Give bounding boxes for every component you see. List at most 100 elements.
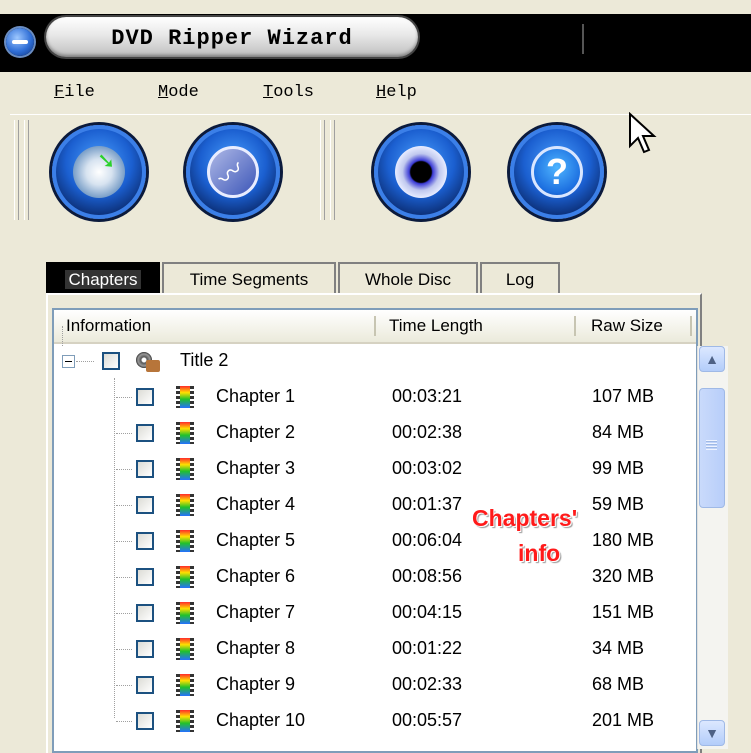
settings-button[interactable]: [374, 125, 468, 219]
chapter-row[interactable]: Chapter 1 00:03:21 107 MB: [54, 380, 696, 416]
chapter-time: 00:02:33: [392, 674, 463, 694]
chapter-time: 00:06:04: [392, 530, 463, 550]
chapter-row[interactable]: Chapter 5 00:06:04 180 MB: [54, 524, 696, 560]
help-question-icon: [531, 146, 583, 198]
annotation-chapters: Chapters': [472, 505, 578, 531]
chapter-row[interactable]: Chapter 9 00:02:33 68 MB: [54, 668, 696, 704]
chapter-name: Chapter 4: [216, 494, 296, 514]
chapter-time: 00:02:38: [392, 422, 463, 442]
film-strip-icon: [176, 710, 194, 732]
chapter-size: 84 MB: [592, 422, 645, 442]
film-strip-icon: [176, 530, 194, 552]
chapter-row[interactable]: Chapter 6 00:08:56 320 MB: [54, 560, 696, 596]
tab-chapters[interactable]: Chapters: [46, 262, 160, 294]
scrollbar-grip-icon: [706, 440, 717, 450]
window-title: DVD Ripper Wizard: [111, 26, 353, 51]
toolbar-separator: [330, 120, 335, 220]
chapter-checkbox[interactable]: [136, 388, 154, 406]
tree-connector: [76, 361, 94, 362]
chapter-size: 180 MB: [592, 530, 655, 550]
chapter-size: 320 MB: [592, 566, 655, 586]
disc-rip-icon: [73, 146, 125, 198]
chapter-checkbox[interactable]: [136, 568, 154, 586]
tree-connector: [116, 685, 132, 686]
tree-connector: [116, 721, 132, 722]
chapter-size: 99 MB: [592, 458, 645, 478]
scroll-up-button[interactable]: ▲: [699, 346, 725, 372]
film-strip-icon: [176, 638, 194, 660]
chapter-name: Chapter 10: [216, 710, 306, 730]
chapter-time: 00:08:56: [392, 566, 463, 586]
menu-help[interactable]: Help: [376, 83, 417, 102]
tree-connector: [116, 577, 132, 578]
tab-log[interactable]: Log: [480, 262, 560, 294]
chapter-checkbox[interactable]: [136, 640, 154, 658]
chapter-checkbox[interactable]: [136, 604, 154, 622]
title-divider: [582, 24, 584, 54]
title-checkbox[interactable]: [102, 352, 120, 370]
column-raw-size[interactable]: Raw Size: [591, 316, 663, 336]
column-information[interactable]: Information: [66, 316, 151, 336]
menu-mode[interactable]: Mode: [158, 83, 199, 102]
chapter-time: 00:03:21: [392, 386, 463, 406]
menu-tools[interactable]: Tools: [263, 83, 314, 102]
chapter-row[interactable]: Chapter 10 00:05:57 201 MB: [54, 704, 696, 740]
toolbar-grip[interactable]: [24, 120, 29, 220]
chapter-checkbox[interactable]: [136, 676, 154, 694]
chapter-size: 107 MB: [592, 386, 655, 406]
chapter-checkbox[interactable]: [136, 496, 154, 514]
chapter-row[interactable]: Chapter 2 00:02:38 84 MB: [54, 416, 696, 452]
chapter-name: Chapter 2: [216, 422, 296, 442]
tree-connector: [62, 326, 63, 346]
chapter-checkbox[interactable]: [136, 712, 154, 730]
tree-connector: [116, 505, 132, 506]
mode-button[interactable]: [186, 125, 280, 219]
chapter-name: Chapter 6: [216, 566, 296, 586]
mode-wave-icon: [207, 146, 259, 198]
film-strip-icon: [176, 386, 194, 408]
chapter-row[interactable]: Chapter 7 00:04:15 151 MB: [54, 596, 696, 632]
collapse-toggle-icon[interactable]: [62, 355, 75, 368]
chapter-name: Chapter 5: [216, 530, 296, 550]
scroll-down-button[interactable]: ▼: [699, 720, 725, 746]
tree-connector: [116, 469, 132, 470]
tab-whole-disc[interactable]: Whole Disc: [338, 262, 478, 294]
film-strip-icon: [176, 566, 194, 588]
tab-time-segments[interactable]: Time Segments: [162, 262, 336, 294]
column-divider[interactable]: [374, 316, 376, 336]
film-reel-icon: [136, 350, 160, 372]
title-row[interactable]: Title 2: [54, 344, 696, 380]
column-divider: [690, 316, 692, 336]
chapter-checkbox[interactable]: [136, 532, 154, 550]
column-divider[interactable]: [574, 316, 576, 336]
tree-connector: [116, 613, 132, 614]
toolbar-separator: [320, 120, 325, 220]
chapter-name: Chapter 7: [216, 602, 296, 622]
tree-connector: [116, 649, 132, 650]
settings-disc-icon: [395, 146, 447, 198]
chapter-row[interactable]: Chapter 3 00:03:02 99 MB: [54, 452, 696, 488]
rip-disc-button[interactable]: [52, 125, 146, 219]
film-strip-icon: [176, 602, 194, 624]
chapter-row[interactable]: Chapter 8 00:01:22 34 MB: [54, 632, 696, 668]
chapter-row[interactable]: Chapter 4 00:01:37 59 MB: [54, 488, 696, 524]
help-button[interactable]: [510, 125, 604, 219]
column-time-length[interactable]: Time Length: [389, 316, 483, 336]
chapter-name: Chapter 9: [216, 674, 296, 694]
menu-file[interactable]: File: [54, 83, 95, 102]
chapter-checkbox[interactable]: [136, 460, 154, 478]
tree-connector: [116, 433, 132, 434]
film-strip-icon: [176, 458, 194, 480]
chapter-time: 00:01:37: [392, 494, 463, 514]
chapter-time: 00:01:22: [392, 638, 463, 658]
mouse-cursor-icon: [629, 112, 657, 154]
chapter-size: 59 MB: [592, 494, 645, 514]
system-menu-icon[interactable]: [6, 28, 34, 56]
chapter-checkbox[interactable]: [136, 424, 154, 442]
toolbar-grip[interactable]: [14, 120, 19, 220]
film-strip-icon: [176, 422, 194, 444]
chapter-time: 00:05:57: [392, 710, 463, 730]
film-strip-icon: [176, 494, 194, 516]
chapter-size: 34 MB: [592, 638, 645, 658]
film-strip-icon: [176, 674, 194, 696]
